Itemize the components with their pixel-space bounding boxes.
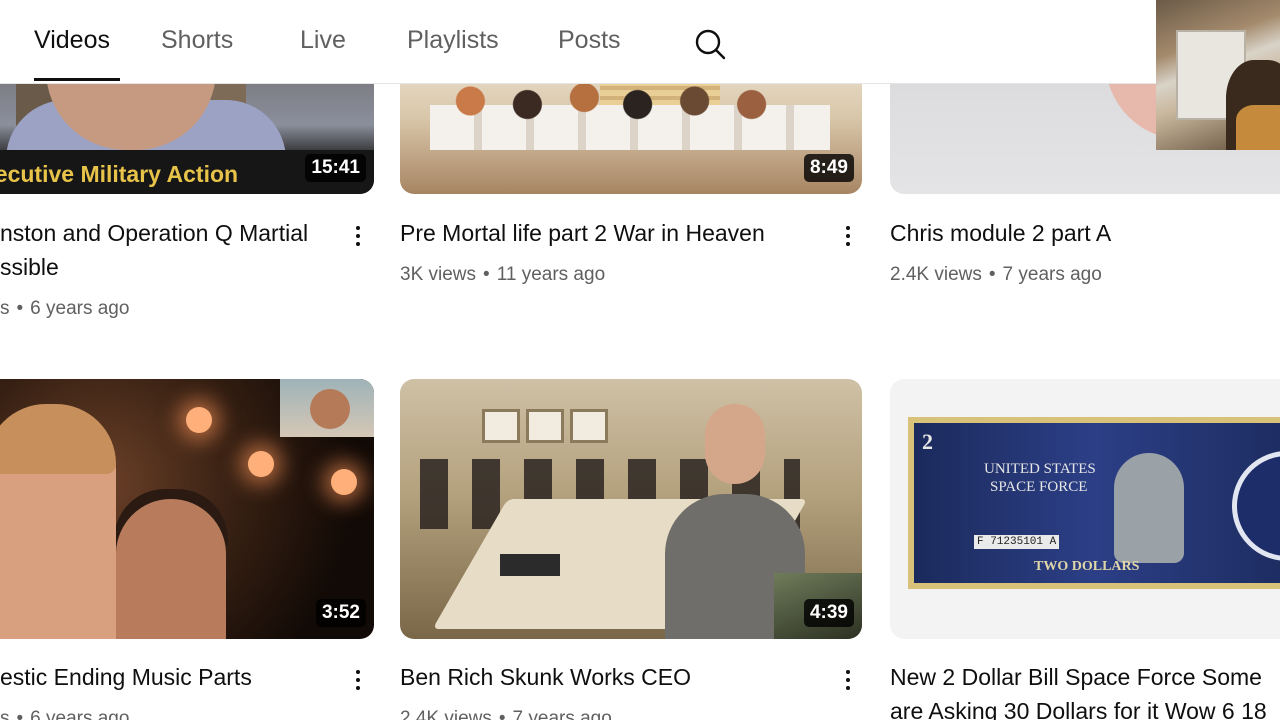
space-force-seal-icon — [1232, 451, 1280, 561]
video-title-line2[interactable]: ssible — [0, 250, 340, 284]
search-icon[interactable] — [692, 26, 728, 62]
tab-playlists[interactable]: Playlists — [407, 26, 499, 62]
video-title[interactable]: Chris module 2 part A — [890, 216, 1270, 250]
upload-age: 6 years ago — [30, 708, 130, 720]
view-count: s — [0, 298, 10, 319]
more-options-button[interactable] — [836, 662, 860, 696]
video-title[interactable]: Pre Mortal life part 2 War in Heaven — [400, 216, 820, 250]
active-tab-indicator — [34, 78, 120, 81]
video-meta: 3K views • 11 years ago — [400, 264, 606, 285]
upload-age: 7 years ago — [1002, 264, 1102, 285]
tab-shorts[interactable]: Shorts — [161, 26, 233, 62]
more-options-button[interactable] — [346, 662, 370, 696]
view-count: 3K views — [400, 264, 477, 285]
upload-age: 7 years ago — [512, 708, 612, 720]
view-count: s — [0, 708, 10, 720]
tab-posts[interactable]: Posts — [558, 26, 621, 62]
video-thumbnail[interactable]: 2 UNITED STATES SPACE FORCE F 71235101 A… — [890, 379, 1280, 639]
upload-age: 6 years ago — [30, 298, 130, 319]
duration-badge: 3:52 — [315, 599, 366, 627]
video-thumbnail[interactable]: 3:52 — [0, 379, 374, 639]
two-dollar-bill-image: 2 UNITED STATES SPACE FORCE F 71235101 A… — [908, 417, 1280, 589]
view-count: 2.4K views — [400, 708, 492, 720]
tab-videos[interactable]: Videos — [34, 26, 110, 62]
duration-badge: 8:49 — [803, 154, 854, 182]
more-options-button[interactable] — [836, 218, 860, 252]
video-title[interactable]: Ben Rich Skunk Works CEO — [400, 660, 820, 694]
upload-age: 11 years ago — [496, 264, 606, 285]
video-title-line2[interactable]: are Asking 30 Dollars for it Wow 6 18 — [890, 694, 1280, 720]
channel-tab-bar: Videos Shorts Live Playlists Posts — [0, 0, 1280, 84]
thumbnail-caption: xecutive Military Action — [0, 161, 239, 187]
duration-badge: 15:41 — [305, 154, 366, 182]
video-meta: s • 6 years ago — [0, 708, 129, 720]
video-title[interactable]: estic Ending Music Parts — [0, 660, 340, 694]
video-title[interactable]: New 2 Dollar Bill Space Force Some — [890, 660, 1280, 694]
webcam-overlay — [1156, 0, 1280, 150]
view-count: 2.4K views — [890, 264, 982, 285]
duration-badge: 4:39 — [803, 599, 854, 627]
more-options-button[interactable] — [346, 218, 370, 252]
video-title[interactable]: nston and Operation Q Martial — [0, 216, 340, 250]
video-thumbnail[interactable]: 4:39 — [400, 379, 862, 639]
video-meta: 2.4K views • 7 years ago — [400, 708, 612, 720]
video-meta: 2.4K views • 7 years ago — [890, 264, 1102, 285]
webcam-inset — [280, 379, 374, 437]
tab-live[interactable]: Live — [300, 26, 346, 62]
video-meta: s • 6 years ago — [0, 298, 130, 319]
